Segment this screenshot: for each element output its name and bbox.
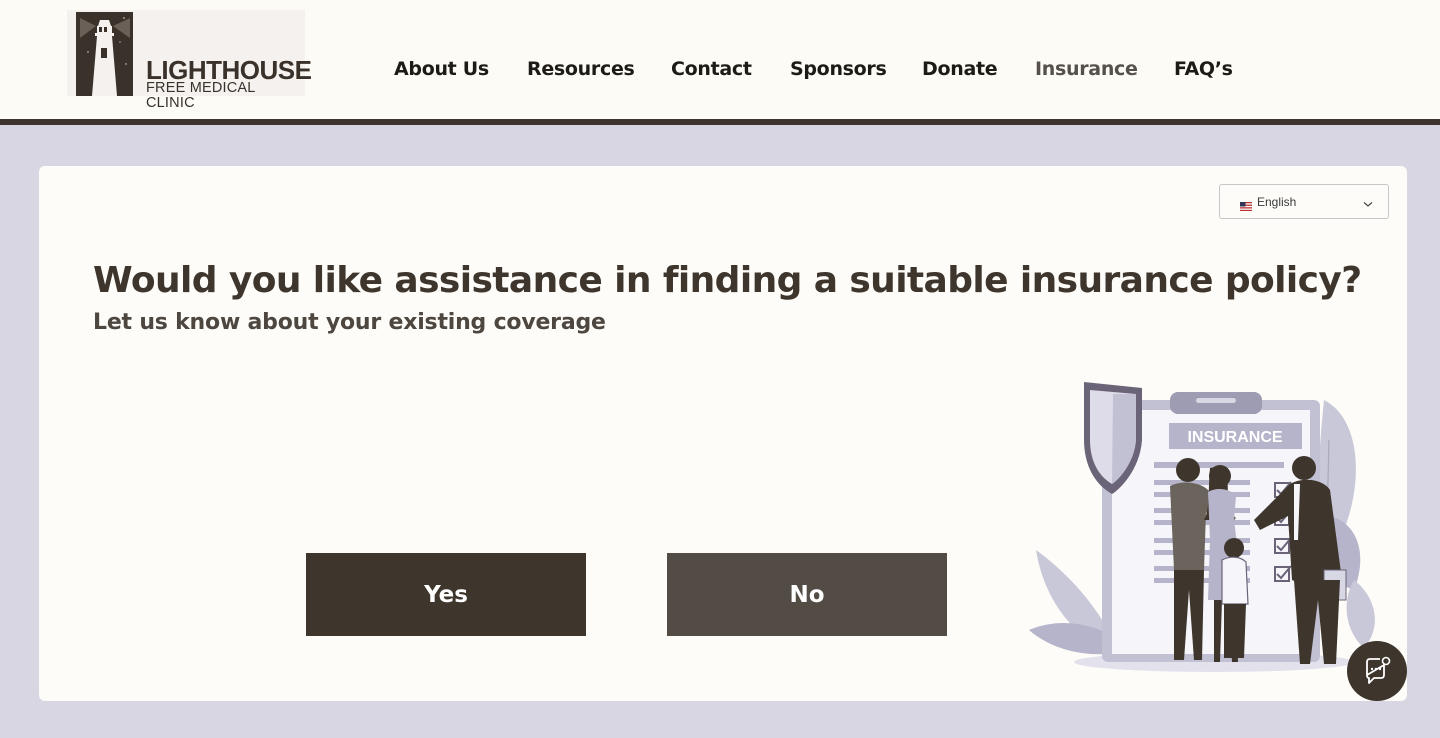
nav-about-us[interactable]: About Us bbox=[394, 58, 489, 80]
no-button[interactable]: No bbox=[667, 553, 947, 636]
page-subtitle: Let us know about your existing coverage bbox=[93, 310, 606, 335]
logo-subtitle: FREE MEDICAL CLINIC bbox=[146, 80, 256, 111]
clipboard-label: INSURANCE bbox=[1187, 429, 1282, 446]
insurance-question-card: English Would you like assistance in fin… bbox=[39, 166, 1407, 701]
site-header: LIGHTHOUSE FREE MEDICAL CLINIC About Us … bbox=[0, 0, 1440, 119]
page-title: Would you like assistance in finding a s… bbox=[93, 260, 1362, 301]
nav-donate[interactable]: Donate bbox=[922, 58, 998, 80]
chevron-down-icon bbox=[1362, 195, 1374, 207]
flag-icon bbox=[1240, 196, 1252, 211]
nav-insurance[interactable]: Insurance bbox=[1035, 58, 1138, 80]
nav-resources[interactable]: Resources bbox=[527, 58, 635, 80]
nav-faqs[interactable]: FAQ’s bbox=[1174, 58, 1233, 80]
chat-icon bbox=[1366, 656, 1391, 684]
nav-contact[interactable]: Contact bbox=[671, 58, 752, 80]
language-select[interactable]: English bbox=[1219, 184, 1389, 219]
insurance-illustration: INSURANCE bbox=[1024, 380, 1384, 676]
language-select-value: English bbox=[1257, 195, 1297, 209]
chat-button[interactable] bbox=[1347, 641, 1407, 701]
header-divider bbox=[0, 119, 1440, 125]
nav-sponsors[interactable]: Sponsors bbox=[790, 58, 887, 80]
yes-button[interactable]: Yes bbox=[306, 553, 586, 636]
clinic-logo[interactable]: LIGHTHOUSE FREE MEDICAL CLINIC bbox=[67, 10, 312, 110]
lighthouse-icon bbox=[76, 12, 133, 96]
